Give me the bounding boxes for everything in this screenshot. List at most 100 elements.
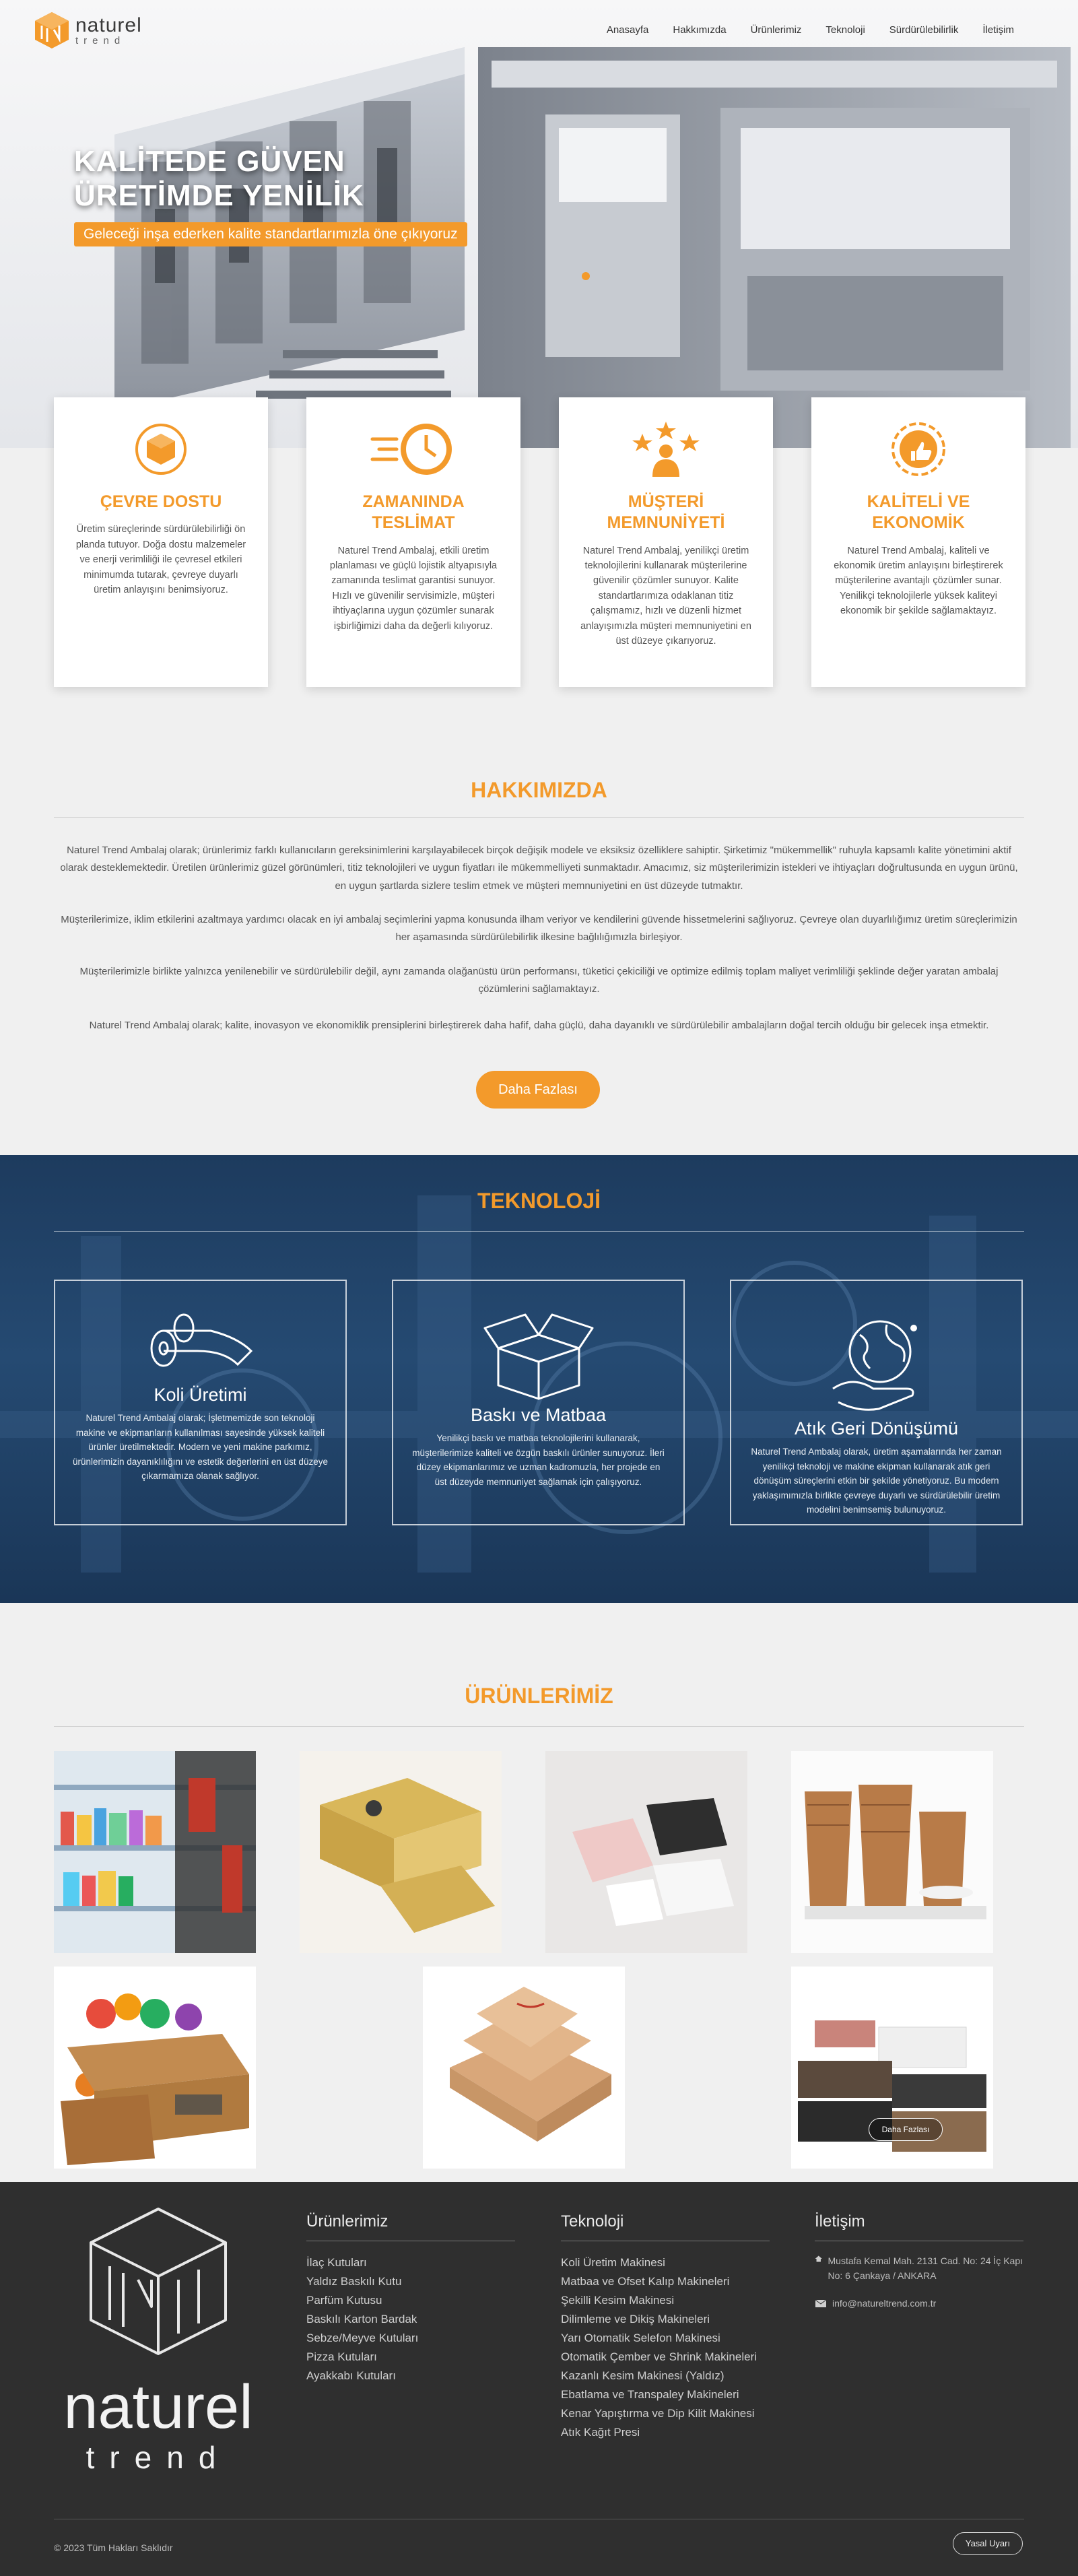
product-tile-cups[interactable] [791,1751,993,1953]
footer-link[interactable]: Parfüm Kutusu [306,2291,515,2310]
footer-brand-tagline: trend [86,2440,231,2475]
feature-card-delivery: ZAMANINDA TESLİMAT Naturel Trend Ambalaj… [306,397,520,687]
footer-contact-column: İletişim Mustafa Kemal Mah. 2131 Cad. No… [815,2212,1023,2309]
footer-link[interactable]: Atık Kağıt Presi [561,2423,770,2442]
nav-sustainability[interactable]: Sürdürülebilirlik [889,24,959,36]
copyright-text: © 2023 Tüm Hakları Saklıdır [54,2542,173,2553]
product-tile-perfume[interactable] [545,1751,747,1953]
feature-card-satisfaction: MÜŞTERİ MEMNUNİYETİ Naturel Trend Ambala… [559,397,773,687]
feature-text: Naturel Trend Ambalaj, etkili üretim pla… [329,545,498,632]
footer-link[interactable]: Otomatik Çember ve Shrink Makineleri [561,2350,770,2365]
tech-box-text: Yenilikçi baskı ve matbaa teknolojilerin… [412,1433,665,1487]
product-more-button[interactable]: Daha Fazlası [869,2118,943,2141]
nav-products[interactable]: Ürünlerimiz [751,24,802,36]
tech-box-text: Naturel Trend Ambalaj olarak; İşletmemiz… [73,1413,328,1482]
tech-box-title: Koli Üretimi [154,1385,247,1405]
hero-title-line1: KALİTEDE GÜVEN [74,145,345,178]
feature-card-eco: ÇEVRE DOSTU Üretim süreçlerinde sürdürül… [54,397,268,687]
nav-about[interactable]: Hakkımızda [673,24,726,36]
footer-link[interactable]: Ayakkabı Kutuları [306,2367,515,2385]
brand-wordmark: naturel trend [75,15,142,46]
technology-title: TEKNOLOJİ [477,1189,601,1213]
footer-link[interactable]: Dilimleme ve Dikiş Makineleri [561,2310,770,2329]
karton-bardak-photo [791,1751,993,1953]
customer-stars-icon [632,422,700,477]
brand-tagline: trend [75,34,126,46]
footer-address-row: Mustafa Kemal Mah. 2131 Cad. No: 24 İç K… [815,2253,1023,2283]
footer-link[interactable]: Pizza Kutuları [306,2348,515,2367]
tech-box-corrugated[interactable]: Koli Üretimi Naturel Trend Ambalaj olara… [54,1280,347,1525]
product-tile-shoes[interactable]: Daha Fazlası [791,1967,993,2169]
quality-badge-icon [891,422,945,476]
footer-link[interactable]: Ebatlama ve Transpaley Makineleri [561,2385,770,2404]
footer-link[interactable]: Yarı Otomatik Selefon Makinesi [561,2329,770,2348]
feature-text: Naturel Trend Ambalaj, yenilikçi üretim … [580,545,751,647]
nav-contact[interactable]: İletişim [982,24,1014,36]
feature-card-quality: KALİTELİ VE EKONOMİK Naturel Trend Ambal… [811,397,1025,687]
footer-link[interactable]: Baskılı Karton Bardak [306,2310,515,2329]
yaldiz-baskili-kutu-photo [300,1751,502,1953]
footer-link[interactable]: Kenar Yapıştırma ve Dip Kilit Makinesi [561,2406,770,2421]
footer-tech-column: Teknoloji Koli Üretim Makinesi Matbaa ve… [561,2212,770,2442]
feature-title: MÜŞTERİ MEMNUNİYETİ [607,492,725,533]
brand-logo[interactable]: naturel trend [34,11,142,50]
paper-roll-icon [150,1313,252,1367]
site-header: naturel trend Anasayfa Hakkımızda Ürünle… [0,0,1078,61]
about-more-button[interactable]: Daha Fazlası [476,1071,600,1109]
technology-divider [54,1231,1024,1232]
parfum-kutusu-photo [545,1751,747,1953]
site-footer: naturel trend Ürünlerimiz İlaç Kutuları … [0,2182,1078,2576]
hero-title-line2: ÜRETİMDE YENİLİK [74,178,364,212]
ilac-kutulari-photo [54,1751,256,1953]
product-tile-pizza[interactable] [423,1967,625,2169]
footer-link[interactable]: Yaldız Baskılı Kutu [306,2272,515,2291]
footer-link[interactable]: Matbaa ve Ofset Kalıp Makineleri [561,2272,770,2291]
feature-text: Üretim süreçlerinde sürdürülebilirliği ö… [75,524,246,596]
footer-link[interactable]: Kazanlı Kesim Makinesi (Yaldız) [561,2367,770,2385]
tech-box-title: Atık Geri Dönüşümü [794,1418,959,1439]
about-title: HAKKIMIZDA [471,778,607,802]
footer-logo: naturel trend [63,2208,253,2475]
feature-title: ZAMANINDA TESLİMAT [362,492,465,533]
footer-link[interactable]: Sebze/Meyve Kutuları [306,2329,515,2348]
about-paragraph: Naturel Trend Ambalaj olarak; kalite, in… [89,1020,989,1031]
footer-link[interactable]: Şekilli Kesim Makinesi [561,2291,770,2310]
about-paragraph: Naturel Trend Ambalaj olarak; ürünlerimi… [60,845,1018,892]
products-divider [54,1726,1024,1727]
footer-col-title: İletişim [815,2212,865,2231]
footer-col-title: Ürünlerimiz [306,2212,389,2231]
about-divider [54,817,1024,818]
home-icon [815,2255,822,2262]
legal-notice-button[interactable]: Yasal Uyarı [953,2532,1023,2555]
footer-address: Mustafa Kemal Mah. 2131 Cad. No: 24 İç K… [828,2255,1023,2281]
eco-box-icon [135,424,187,475]
product-tile-gold-box[interactable] [300,1751,502,1953]
hero-subtitle: Geleceği inşa ederken kalite standartlar… [74,222,467,246]
footer-link[interactable]: İlaç Kutuları [306,2253,515,2272]
tech-box-printing[interactable]: Baskı ve Matbaa Yenilikçi baskı ve matba… [392,1280,685,1525]
about-paragraph: Müşterilerimizle birlikte yalnızca yenil… [79,966,999,995]
about-paragraph: Müşterilerimize, iklim etkilerini azaltm… [61,914,1017,944]
pizza-kutulari-photo [423,1967,625,2169]
brand-name: naturel [75,13,142,36]
footer-email[interactable]: info@natureltrend.com.tr [832,2298,936,2309]
products-title: ÜRÜNLERİMİZ [465,1684,613,1708]
cube-logo-icon [35,12,69,48]
feature-title: KALİTELİ VE EKONOMİK [867,492,970,533]
footer-link[interactable]: Koli Üretim Makinesi [561,2253,770,2272]
nav-home[interactable]: Anasayfa [607,24,649,36]
tech-box-recycling[interactable]: Atık Geri Dönüşümü Naturel Trend Ambalaj… [730,1280,1023,1525]
footer-col-title: Teknoloji [561,2212,624,2231]
footer-email-row: info@natureltrend.com.tr [815,2298,1023,2309]
nav-technology[interactable]: Teknoloji [826,24,865,36]
envelope-icon [815,2299,827,2307]
tech-box-text: Naturel Trend Ambalaj olarak, üretim aşa… [751,1447,1002,1515]
feature-text: Naturel Trend Ambalaj, kaliteli ve ekono… [834,545,1003,617]
footer-brand-name: naturel [63,2373,252,2441]
product-tile-fruit[interactable] [54,1967,256,2169]
feature-title: ÇEVRE DOSTU [100,492,222,511]
recycle-globe-icon [832,1320,917,1411]
product-tile-pharmacy[interactable] [54,1751,256,1953]
main-nav: Anasayfa Hakkımızda Ürünlerimiz Teknoloj… [607,24,1014,36]
open-box-icon [483,1313,593,1400]
